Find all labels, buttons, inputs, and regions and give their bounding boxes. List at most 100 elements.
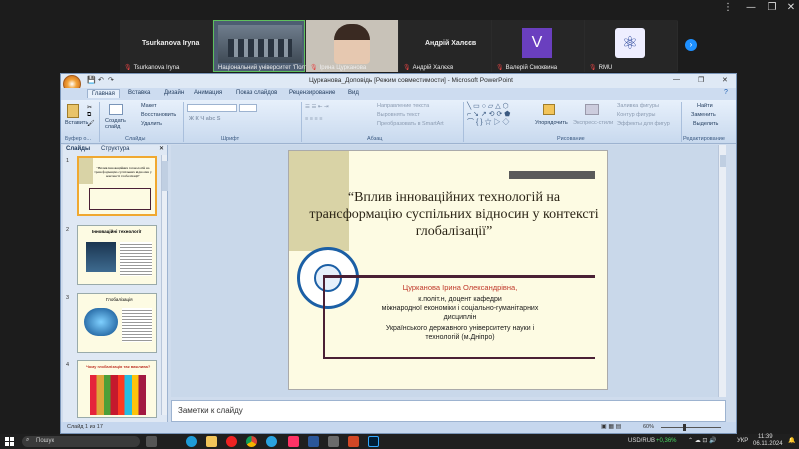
telegram-icon[interactable] [266, 436, 277, 447]
thumb-title: Глобалізація [106, 297, 133, 302]
view-buttons[interactable]: ▣ ▦ ▤ [601, 423, 621, 430]
slide-thumbnail[interactable]: "Вплив інноваційних технологій на трансф… [77, 156, 157, 216]
task-view-icon[interactable] [146, 436, 157, 447]
arrange-icon[interactable] [543, 104, 555, 115]
undo-icon[interactable]: ↶ [98, 76, 104, 84]
start-icon[interactable] [5, 437, 14, 446]
word-icon[interactable] [308, 436, 319, 447]
replace-button[interactable]: Заменить [691, 112, 716, 118]
tab-view[interactable]: Вид [348, 90, 359, 96]
mic-muted-icon: 🎙 [310, 65, 318, 71]
smartart-button[interactable]: Преобразовать в SmartArt [377, 121, 444, 127]
edge-icon[interactable] [186, 436, 197, 447]
tab-slides[interactable]: Слайды [66, 146, 90, 152]
participant-tile[interactable]: ⚛ 🎙 RMU [585, 20, 677, 72]
close-panel-icon[interactable]: ✕ [159, 145, 164, 152]
notes-field[interactable]: Заметки к слайду [171, 400, 726, 422]
file-explorer-icon[interactable] [206, 436, 217, 447]
zoom-level[interactable]: 60% [643, 424, 654, 430]
participant-tile[interactable]: Андрій Халєєв 🎙 Андрій Халєєв [399, 20, 491, 72]
search-placeholder: Пошук [36, 438, 55, 444]
find-button[interactable]: Найти [697, 103, 713, 109]
align-buttons[interactable]: ≡ ≡ ≡ ≡ [305, 116, 322, 122]
help-icon[interactable]: ? [724, 89, 728, 96]
thumb-title: Інноваційні технології [92, 229, 142, 234]
avatar: V [522, 28, 552, 58]
notifications-icon[interactable]: 🔔 [788, 437, 795, 444]
clock-date[interactable]: 06.11.2024 [753, 441, 783, 447]
thumb-number: 3 [66, 295, 70, 301]
shape-fill-button[interactable]: Заливка фигуры [617, 103, 659, 109]
ribbon-tabs: Главная Вставка Дизайн Анимация Показ сл… [61, 88, 736, 100]
font-format-buttons[interactable]: Ж К Ч abc S [189, 116, 220, 122]
author-line: міжнародної економіки і соціально-гумані… [381, 305, 539, 312]
panel-scrollbar[interactable] [161, 155, 168, 415]
tab-design[interactable]: Дизайн [164, 90, 184, 96]
slide-thumbnail[interactable]: Чому глобалізація так важлива? [77, 360, 157, 418]
participant-tile[interactable]: 🎙 Ірина Цурканова [306, 20, 398, 72]
zoom-slider[interactable] [661, 424, 721, 431]
close-icon[interactable]: ✕ [781, 2, 799, 13]
text-direction-button[interactable]: Направление текста [377, 103, 429, 109]
new-slide-button[interactable]: Создать слайд [105, 118, 127, 130]
select-button[interactable]: Выделить [693, 121, 718, 127]
align-text-button[interactable]: Выровнять текст [377, 112, 420, 118]
language-indicator[interactable]: УКР [737, 438, 748, 444]
participant-tile[interactable]: V 🎙 Валерій Смоквина [492, 20, 584, 72]
tab-animation[interactable]: Анимация [194, 90, 222, 96]
clock-time[interactable]: 11:39 [758, 434, 773, 440]
quick-styles-icon[interactable] [585, 104, 599, 115]
minimize-icon[interactable]: — [741, 2, 761, 13]
save-icon[interactable]: 💾 [87, 76, 96, 84]
app-icon[interactable] [328, 436, 339, 447]
cut-icon[interactable]: ✂ [87, 104, 92, 111]
mic-muted-icon: 🎙 [124, 65, 132, 71]
tab-review[interactable]: Рецензирование [289, 90, 335, 96]
copy-icon[interactable]: ⧉ [87, 112, 91, 119]
opera-icon[interactable] [226, 436, 237, 447]
slide-thumbnail[interactable]: Інноваційні технології [77, 225, 157, 285]
close-button[interactable]: ✕ [722, 76, 728, 84]
author-line: технологій (м.Дніпро) [425, 334, 495, 341]
tab-outline[interactable]: Структура [101, 146, 129, 152]
indesign-icon[interactable] [288, 436, 299, 447]
restore-icon[interactable]: ❐ [762, 2, 782, 13]
paste-button[interactable]: Вставить [65, 120, 88, 126]
font-name-select[interactable] [187, 104, 237, 112]
new-slide-icon[interactable] [109, 104, 123, 115]
search-box[interactable]: ⌕ Пошук [22, 436, 140, 447]
photoshop-icon[interactable] [368, 436, 379, 447]
arrange-button[interactable]: Упорядочить [535, 120, 568, 126]
chrome-icon[interactable] [246, 436, 257, 447]
stage-scrollbar[interactable] [718, 145, 726, 397]
tab-slideshow[interactable]: Показ слайдов [236, 90, 277, 96]
tray-icons[interactable]: ⌃ ☁ ⊡ 🔊 [688, 437, 717, 444]
shape-outline-button[interactable]: Контур фигуры [617, 112, 655, 118]
thumb-number: 4 [66, 362, 70, 368]
paste-icon[interactable] [67, 104, 79, 118]
reset-button[interactable]: Восстановить [141, 112, 176, 118]
group-label-paragraph: Абзац [367, 136, 383, 142]
shape-effects-button[interactable]: Эффекты для фигур [617, 121, 670, 127]
more-options-icon[interactable]: ⋮ [718, 2, 738, 13]
next-participants-button[interactable]: › [685, 39, 697, 51]
shapes-gallery[interactable]: ╲ ▭ ○ ▱ △ ⬡ ⌐ ↘ ↗ ⟲ ⟳ ⬟ ⌒ { } ☆ ▷ ◇ [467, 103, 510, 127]
powerpoint-icon[interactable] [348, 436, 359, 447]
font-size-select[interactable] [239, 104, 257, 112]
tab-insert[interactable]: Вставка [128, 90, 150, 96]
delete-button[interactable]: Удалить [141, 121, 162, 127]
layout-button[interactable]: Макет [141, 103, 157, 109]
participant-label: Ірина Цурканова [319, 65, 367, 71]
list-buttons[interactable]: ☰ ☰ ⇤ ⇥ [305, 104, 329, 110]
redo-icon[interactable]: ↷ [108, 76, 114, 84]
tab-home[interactable]: Главная [87, 89, 120, 98]
participant-tile[interactable]: Національний університет 'Полтав...' [213, 20, 320, 72]
slide-thumbnail[interactable]: Глобалізація [77, 293, 157, 353]
group-label-drawing: Рисование [557, 136, 585, 142]
maximize-button[interactable]: ❐ [698, 76, 704, 84]
participant-tile[interactable]: Tsurkanova Iryna 🎙 Tsurkanova Iryna [120, 20, 212, 72]
quick-styles-button[interactable]: Экспресс-стили [573, 120, 613, 126]
format-painter-icon[interactable]: 🖌 [87, 120, 95, 127]
current-slide[interactable]: “Вплив інноваційних технологій на трансф… [288, 150, 608, 390]
minimize-button[interactable]: — [673, 76, 680, 83]
